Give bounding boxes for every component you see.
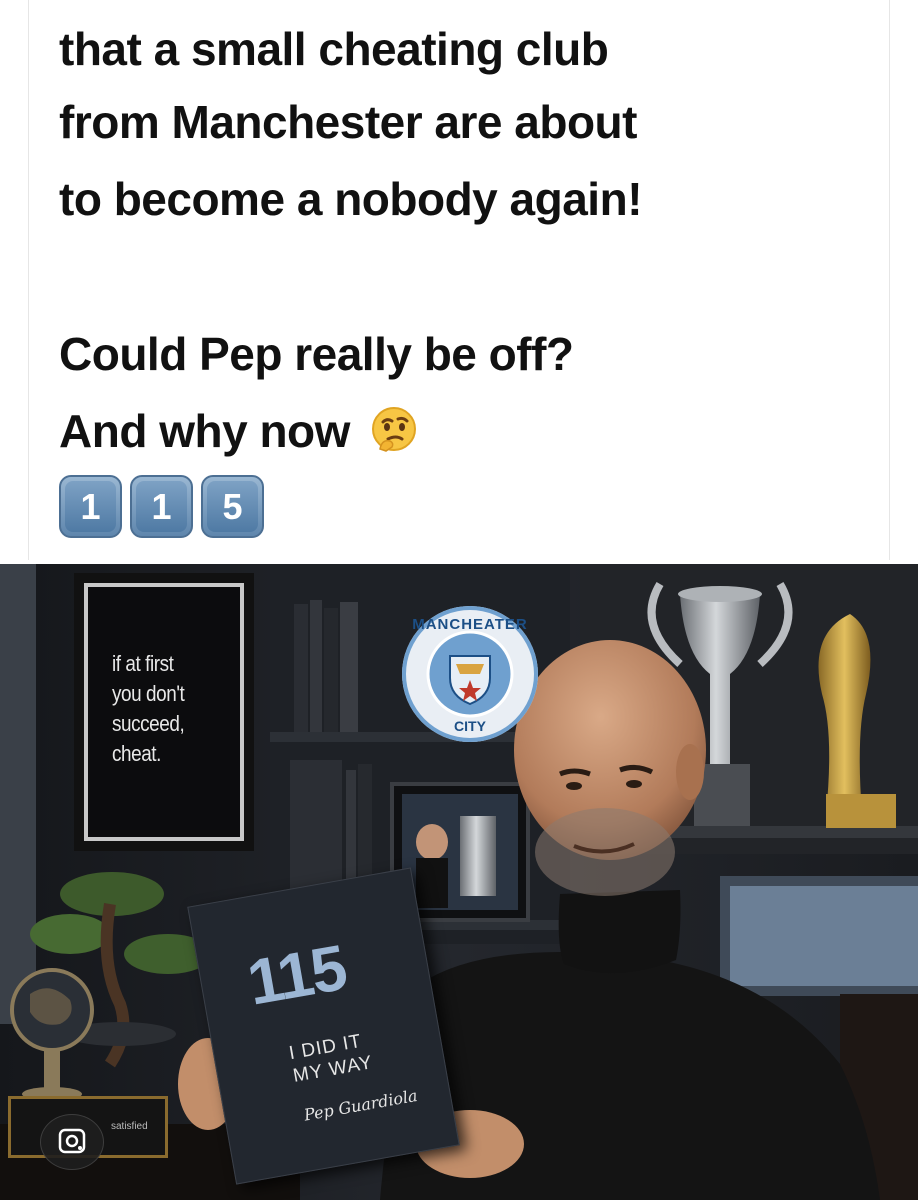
book-subtitle: I DID IT MY WAY: [287, 1029, 374, 1088]
keycap-2-label: 1: [136, 481, 187, 532]
keycap-3-label: 5: [207, 481, 258, 532]
badge-bottom-text: CITY: [454, 718, 486, 734]
post-line-1: that a small cheating club: [59, 23, 609, 75]
post-line-5: Could Pep really be off?: [59, 328, 574, 380]
poster-line-3: succeed,: [112, 711, 185, 736]
poster-line-1: if at first: [112, 651, 174, 676]
wall-poster: if at first you don't succeed, cheat.: [84, 583, 244, 841]
badge-top-text: MANCHEATER: [412, 616, 528, 633]
book-number: 115: [242, 931, 351, 1019]
thinking-face-icon: [372, 407, 417, 452]
post-photo: if at first you don't succeed, cheat. MA…: [0, 564, 918, 1200]
plaque-text: satisfied: [111, 1121, 148, 1132]
post-line-2: from Manchester are about: [59, 96, 637, 148]
book-signature: Pep Guardiola: [302, 1085, 419, 1125]
post-line-3: to become a nobody again!: [59, 173, 643, 225]
lens-icon: [58, 1128, 86, 1154]
keycap-3: 5: [201, 475, 264, 538]
club-badge: MANCHEATER CITY: [402, 606, 538, 742]
post-line-6-text: And why now: [59, 405, 350, 457]
keycap-1-label: 1: [65, 481, 116, 532]
keycap-1: 1: [59, 475, 122, 538]
book-cover: 115 I DID IT MY WAY Pep Guardiola: [187, 867, 460, 1185]
post-text-card: that a small cheating club from Manchest…: [28, 0, 890, 560]
poster-line-4: cheat.: [112, 741, 161, 766]
keycap-2: 1: [130, 475, 193, 538]
lens-search-button[interactable]: [40, 1114, 104, 1170]
keycaps-115: 1 1 5: [59, 475, 264, 538]
poster-text: if at first you don't succeed, cheat.: [112, 649, 215, 769]
poster-line-2: you don't: [112, 681, 185, 706]
post-line-6: And why now: [59, 392, 418, 470]
